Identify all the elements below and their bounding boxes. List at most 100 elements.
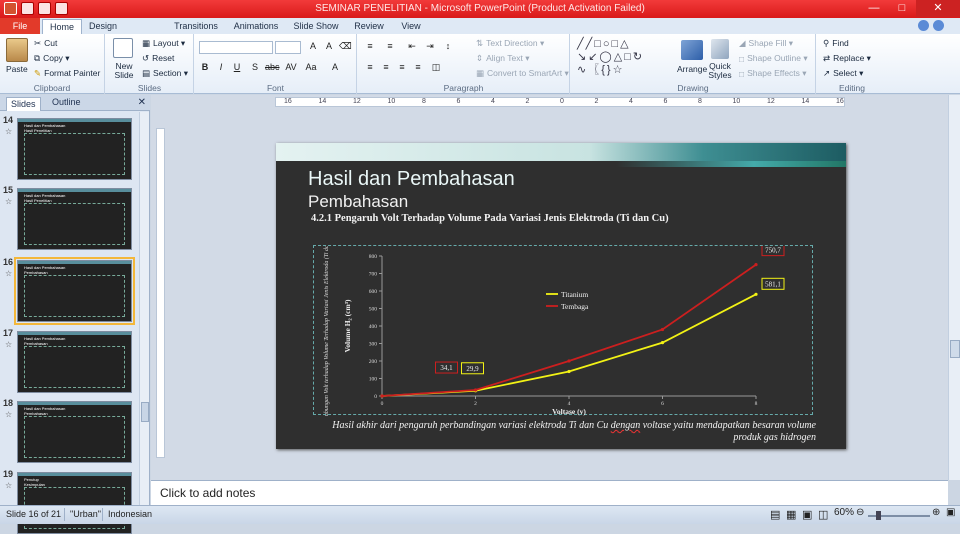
columns-button[interactable]: ◫: [430, 62, 442, 73]
quick-styles-icon[interactable]: [711, 39, 729, 59]
vertical-ruler[interactable]: [156, 128, 165, 458]
arrange-button[interactable]: Arrange: [677, 64, 707, 74]
align-center-button[interactable]: ≡: [380, 62, 392, 72]
y-tick-label: 200: [369, 359, 378, 365]
notes-pane[interactable]: Click to add notes: [151, 480, 948, 505]
copy-button[interactable]: Copy: [43, 53, 63, 63]
help-icon[interactable]: [933, 20, 944, 31]
new-slide-button[interactable]: New Slide: [112, 62, 136, 80]
zoom-slider-handle[interactable]: [876, 511, 881, 520]
numbering-button[interactable]: ≡: [384, 41, 396, 51]
find-button[interactable]: Find: [832, 38, 849, 48]
tab-design-2[interactable]: [128, 19, 168, 34]
zoom-slider[interactable]: [868, 511, 930, 520]
shape-outline-button[interactable]: Shape Outline: [747, 53, 801, 63]
new-slide-icon[interactable]: [113, 38, 133, 58]
fit-slide-icon[interactable]: ▣: [946, 507, 955, 518]
slide-thumbnail[interactable]: Penutup Kesimpulan: [17, 472, 132, 534]
canvas-scrollbar-thumb[interactable]: [950, 340, 960, 358]
arrange-icon[interactable]: [681, 40, 703, 60]
canvas-scrollbar[interactable]: [948, 95, 960, 480]
align-left-button[interactable]: ≡: [364, 62, 376, 72]
zoom-out-icon[interactable]: ⊖: [856, 507, 864, 518]
change-case-button[interactable]: Aa: [305, 62, 317, 72]
current-slide[interactable]: Hasil dan Pembahasan Pembahasan 4.2.1 Pe…: [276, 143, 846, 449]
convert-smartart-button[interactable]: Convert to SmartArt: [487, 68, 562, 78]
paste-icon[interactable]: [6, 38, 28, 62]
slide-number: 17: [3, 328, 14, 338]
decrease-indent-button[interactable]: ⇤: [406, 41, 418, 52]
section-button[interactable]: Section: [153, 68, 181, 78]
format-painter-button[interactable]: Format Painter: [44, 68, 100, 78]
tab-view[interactable]: View: [396, 19, 426, 34]
slide-thumbnail[interactable]: Hasil dan Pembahasan Hasil Penelitian: [17, 188, 132, 250]
font-size-input[interactable]: [275, 41, 301, 54]
tab-review[interactable]: Review: [350, 19, 388, 34]
thumb-title: Hasil dan Pembahasan Hasil Penelitian: [24, 193, 65, 203]
close-pane-icon[interactable]: ✕: [138, 97, 146, 108]
slides-group-label: Slides: [137, 83, 162, 93]
zoom-in-icon[interactable]: ⊕: [932, 507, 940, 518]
scrollbar-thumb[interactable]: [141, 402, 149, 422]
line-spacing-button[interactable]: ↕: [442, 41, 454, 51]
zoom-level[interactable]: 60%: [834, 507, 854, 518]
reset-button[interactable]: Reset: [152, 53, 174, 63]
tab-design[interactable]: Design: [88, 19, 118, 34]
char-spacing-button[interactable]: AV: [285, 62, 297, 72]
increase-indent-button[interactable]: ⇥: [424, 41, 436, 52]
chart-placeholder[interactable]: 0 100 200 300 400 500 600 700 800 0 2 4 6 8 Voltase (v…: [295, 231, 813, 422]
shrink-font-button[interactable]: A: [323, 41, 335, 51]
slide-thumbnail[interactable]: Hasil dan Pembahasan Pembahasan: [17, 331, 132, 393]
notes-placeholder[interactable]: Click to add notes: [160, 486, 255, 500]
font-color-button[interactable]: A: [329, 62, 341, 72]
language-indicator[interactable]: Indonesian: [108, 509, 152, 519]
layout-button[interactable]: Layout: [153, 38, 179, 48]
tab-transitions[interactable]: Transitions: [170, 19, 222, 34]
maximize-button[interactable]: □: [888, 0, 916, 17]
tab-file[interactable]: File: [0, 18, 40, 34]
x-tick-label: 8: [755, 401, 758, 407]
close-button[interactable]: ✕: [916, 0, 960, 17]
slide-caption[interactable]: Hasil akhir dari pengaruh perbandingan v…: [318, 420, 816, 444]
quick-styles-button[interactable]: Quick Styles: [707, 62, 733, 80]
italic-button[interactable]: I: [215, 62, 227, 72]
bold-button[interactable]: B: [199, 62, 211, 72]
underline-button[interactable]: U: [231, 62, 243, 72]
horizontal-ruler[interactable]: 16 14 12 10 8 6 4 2 0 2 4 6 8 10 12 14 16: [275, 97, 845, 107]
clear-format-button[interactable]: ⌫: [339, 41, 352, 52]
bullets-button[interactable]: ≡: [364, 41, 376, 51]
minimize-button[interactable]: —: [860, 0, 888, 17]
slide-thumbnail[interactable]: Hasil dan Pembahasan Pembahasan: [14, 257, 135, 325]
shape-effects-button[interactable]: Shape Effects: [747, 68, 800, 78]
justify-button[interactable]: ≡: [412, 62, 424, 72]
slide-heading[interactable]: 4.2.1 Pengaruh Volt Terhadap Volume Pada…: [311, 213, 669, 224]
tab-outline[interactable]: Outline: [52, 97, 81, 107]
tab-slide-show[interactable]: Slide Show: [292, 19, 340, 34]
slide-thumbnail[interactable]: Hasil dan Pembahasan Hasil Penelitian: [17, 118, 132, 180]
align-text-button[interactable]: Align Text: [486, 53, 523, 63]
reading-view-icon[interactable]: ▣: [802, 508, 812, 521]
text-direction-button[interactable]: Text Direction: [486, 38, 538, 48]
align-right-button[interactable]: ≡: [396, 62, 408, 72]
tab-animations[interactable]: Animations: [230, 19, 282, 34]
shape-fill-button[interactable]: Shape Fill: [749, 38, 787, 48]
slide-thumbnail[interactable]: Hasil dan Pembahasan Pembahasan: [17, 401, 132, 463]
slide-sorter-icon[interactable]: ▦: [786, 508, 796, 521]
shapes-gallery[interactable]: ╱╱□○□△ ↘↙◯△□↻ ∿〖{}☆: [577, 38, 673, 78]
strikethrough-button[interactable]: abc: [265, 62, 280, 72]
paste-button[interactable]: Paste: [6, 64, 28, 74]
slides-pane-scrollbar[interactable]: [139, 112, 149, 505]
tab-slides[interactable]: Slides: [6, 97, 41, 111]
font-name-input[interactable]: [199, 41, 273, 54]
tab-home[interactable]: Home: [42, 19, 82, 35]
slideshow-view-icon[interactable]: ◫: [818, 508, 828, 521]
slide-title[interactable]: Hasil dan Pembahasan: [308, 168, 515, 191]
grow-font-button[interactable]: A: [307, 41, 319, 51]
cut-button[interactable]: Cut: [44, 38, 57, 48]
slide-subtitle[interactable]: Pembahasan: [308, 192, 408, 212]
minimize-ribbon-icon[interactable]: [918, 20, 929, 31]
replace-button[interactable]: Replace: [833, 53, 864, 63]
select-button[interactable]: Select: [833, 68, 857, 78]
shadow-button[interactable]: S: [249, 62, 261, 72]
normal-view-icon[interactable]: ▤: [770, 508, 780, 521]
